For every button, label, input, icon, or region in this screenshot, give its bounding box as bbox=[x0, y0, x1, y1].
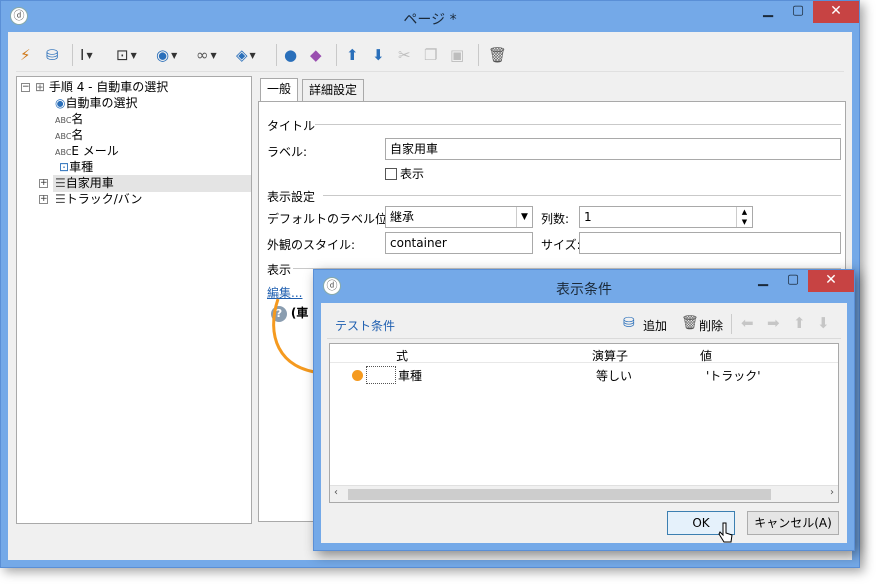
divider bbox=[315, 124, 841, 125]
toolbar-separator bbox=[478, 44, 479, 66]
scroll-right-icon[interactable]: › bbox=[830, 487, 834, 498]
maximize-button[interactable]: ▢ bbox=[783, 1, 813, 23]
wand-icon[interactable]: ⚡ bbox=[20, 46, 31, 64]
trash-icon[interactable]: 🗑 bbox=[681, 315, 699, 331]
shapes-icon[interactable]: ◆ bbox=[310, 46, 322, 64]
tree-item[interactable]: ☰トラック/バン bbox=[55, 191, 142, 207]
column-header-operator[interactable]: 演算子 bbox=[592, 347, 628, 364]
dialog-client: テスト条件 ⛁ 追加 🗑 削除 ⬅ ➡ ⬆ ⬇ 式 演算子 値 車種 等しい '… bbox=[321, 303, 847, 543]
section-display-settings: 表示設定 bbox=[267, 190, 316, 204]
size-label: サイズ: bbox=[541, 238, 581, 252]
collapse-icon[interactable]: − bbox=[21, 83, 30, 92]
row-expression: 車種 bbox=[398, 369, 423, 383]
trash-icon[interactable]: 🗑 bbox=[488, 46, 507, 64]
expand-icon[interactable]: + bbox=[39, 179, 48, 188]
window-title: ページ * bbox=[403, 12, 457, 28]
globe-icon[interactable]: ◉ ▼ bbox=[156, 46, 177, 64]
size-input[interactable] bbox=[579, 232, 841, 254]
dialog-toolbar: テスト条件 ⛁ 追加 🗑 削除 ⬅ ➡ ⬆ ⬇ bbox=[327, 309, 841, 339]
add-button[interactable]: 追加 bbox=[643, 317, 667, 334]
arrow-down-icon[interactable]: ⬇ bbox=[817, 314, 830, 332]
toolbar-separator bbox=[336, 44, 337, 66]
style-label: 外観のスタイル: bbox=[267, 238, 356, 252]
columns-stepper[interactable]: 1 ▲ ▼ bbox=[579, 206, 753, 228]
link-icon[interactable]: ∞ ▼ bbox=[196, 46, 217, 64]
maximize-button[interactable]: ▢ bbox=[778, 270, 808, 292]
layers-icon[interactable]: ◈ ▼ bbox=[236, 46, 256, 64]
checkbox-icon bbox=[385, 168, 397, 180]
cursor-icon bbox=[718, 522, 733, 543]
expand-icon[interactable]: + bbox=[39, 195, 48, 204]
text-cursor-icon[interactable]: I ▼ bbox=[80, 46, 93, 64]
conditions-table[interactable]: 式 演算子 値 車種 等しい 'トラック' ‹ › bbox=[329, 343, 839, 503]
minimize-button[interactable]: ▁ bbox=[748, 270, 778, 292]
delete-button[interactable]: 削除 bbox=[699, 317, 723, 334]
tab-general[interactable]: 一般 bbox=[260, 78, 299, 102]
dropdown-field-icon: ⊡ bbox=[59, 160, 70, 174]
toolbar-separator bbox=[72, 44, 73, 66]
list-icon: ☰ bbox=[55, 176, 66, 190]
horizontal-scrollbar[interactable]: ‹ › bbox=[330, 485, 838, 502]
text-field-icon: ABC bbox=[55, 132, 72, 141]
section-display: 表示 bbox=[267, 263, 292, 277]
title-bar[interactable]: ⓓ ページ * ▁ ▢ ✕ bbox=[1, 1, 859, 32]
copy-icon[interactable]: ❐ bbox=[424, 46, 437, 64]
tab-advanced[interactable]: 詳細設定 bbox=[302, 79, 365, 101]
arrow-right-icon[interactable]: ➡ bbox=[767, 314, 780, 332]
tree-item[interactable]: ABC名 bbox=[55, 111, 83, 127]
close-button[interactable]: ✕ bbox=[808, 270, 854, 292]
cut-icon[interactable]: ✂ bbox=[398, 46, 411, 64]
tree-root[interactable]: ⊞ 手順 4 - 自動車の選択 bbox=[35, 79, 168, 95]
tree-item[interactable]: ABC名 bbox=[55, 127, 83, 143]
field-add-icon[interactable]: ⊡ ▼ bbox=[116, 46, 137, 64]
user-icon[interactable]: ● bbox=[284, 46, 297, 64]
list-icon: ☰ bbox=[55, 192, 66, 206]
text-field-icon: ABC bbox=[55, 148, 72, 157]
paste-icon[interactable]: ▣ bbox=[450, 46, 464, 64]
scrollbar-thumb[interactable] bbox=[348, 489, 771, 500]
add-icon[interactable]: ⛁ bbox=[623, 315, 635, 331]
label-label: ラベル: bbox=[267, 145, 308, 159]
text-field-icon: ABC bbox=[55, 116, 72, 125]
close-button[interactable]: ✕ bbox=[813, 1, 859, 23]
test-conditions-label: テスト条件 bbox=[335, 319, 396, 333]
globe-icon: ◉ bbox=[55, 96, 66, 110]
status-dot-icon bbox=[352, 370, 363, 381]
arrow-left-icon[interactable]: ⬅ bbox=[741, 314, 754, 332]
columns-label: 列数: bbox=[541, 212, 570, 226]
toolbar: ⚡ ⛁ I ▼ ⊡ ▼ ◉ ▼ ∞ ▼ ◈ ▼ ● ◆ ⬆ ⬇ ✂ ❐ ▣ 🗑 bbox=[16, 38, 844, 72]
column-header-value[interactable]: 値 bbox=[700, 347, 712, 364]
database-icon[interactable]: ⛁ bbox=[46, 46, 59, 64]
tree-item[interactable]: ☰自家用車 bbox=[55, 175, 114, 191]
toolbar-separator bbox=[276, 44, 277, 66]
row-value: 'トラック' bbox=[706, 369, 761, 383]
tree-item[interactable]: ⊡車種 bbox=[59, 159, 93, 175]
scroll-left-icon[interactable]: ‹ bbox=[334, 487, 338, 498]
arrow-up-icon[interactable]: ⬆ bbox=[793, 314, 806, 332]
minimize-button[interactable]: ▁ bbox=[753, 1, 783, 23]
arrow-down-icon[interactable]: ⬇ bbox=[372, 46, 385, 64]
tree-item[interactable]: ◉自動車の選択 bbox=[55, 95, 138, 111]
default-label-pos-select[interactable]: 継承 ▼ bbox=[385, 206, 533, 228]
display-condition-dialog: ⓓ 表示条件 ▁ ▢ ✕ テスト条件 ⛁ 追加 🗑 削除 ⬅ ➡ ⬆ ⬇ 式 演… bbox=[313, 269, 855, 551]
chevron-down-icon[interactable]: ▼ bbox=[516, 207, 532, 227]
default-label-pos-label: デフォルトのラベル位置: bbox=[267, 212, 404, 226]
row-operator: 等しい bbox=[596, 369, 633, 383]
structure-tree[interactable]: − ⊞ 手順 4 - 自動車の選択 ◉自動車の選択 ABC名 ABC名 ABCE… bbox=[16, 76, 252, 524]
spin-icon[interactable]: ▲ ▼ bbox=[736, 207, 752, 227]
cancel-button[interactable]: キャンセル(A) bbox=[747, 511, 839, 535]
column-header-expression[interactable]: 式 bbox=[396, 347, 408, 364]
tree-item[interactable]: ABCE メール bbox=[55, 143, 119, 159]
arrow-up-icon[interactable]: ⬆ bbox=[346, 46, 359, 64]
toolbar-separator bbox=[731, 314, 732, 334]
style-input[interactable]: container bbox=[385, 232, 533, 254]
dialog-title-bar[interactable]: ⓓ 表示条件 ▁ ▢ ✕ bbox=[314, 270, 854, 303]
label-input[interactable]: 自家用車 bbox=[385, 138, 841, 160]
grid-icon: ⊞ bbox=[35, 80, 46, 94]
focus-cell[interactable] bbox=[366, 366, 396, 384]
show-checkbox[interactable]: 表示 bbox=[385, 165, 424, 182]
section-title: タイトル bbox=[267, 119, 316, 133]
divider bbox=[323, 195, 841, 196]
